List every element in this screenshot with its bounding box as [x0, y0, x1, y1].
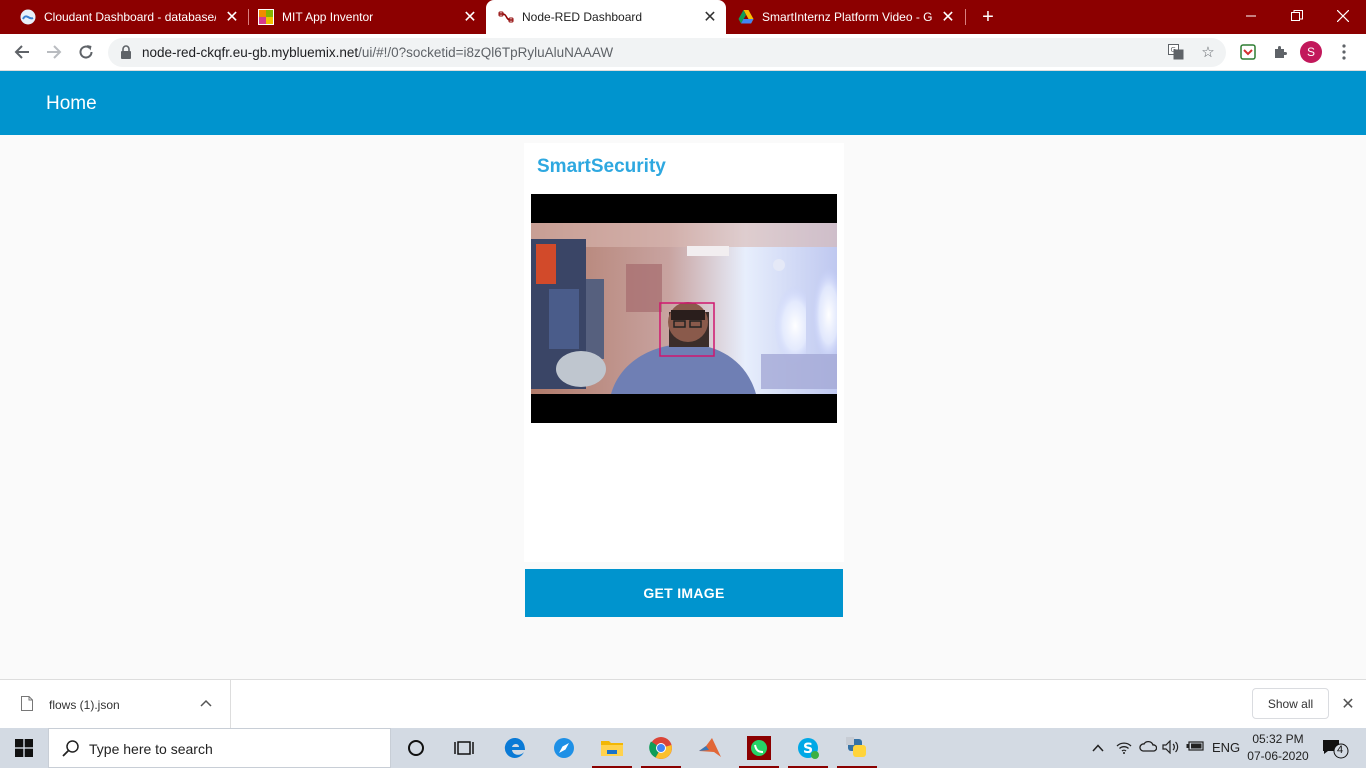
volume-icon[interactable] — [1162, 739, 1180, 757]
minimize-icon — [1246, 15, 1256, 17]
app-inventor-icon — [258, 9, 274, 25]
reload-icon — [79, 45, 93, 59]
close-icon — [1337, 10, 1349, 22]
tab-cloudant-dashboard[interactable]: Cloudant Dashboard - database/ ✕ — [0, 0, 248, 34]
restore-window-button[interactable] — [1274, 0, 1320, 32]
url-path: /ui/#!/0?socketid=i8zQl6TpRyluAluNAAAW — [358, 45, 614, 60]
download-item[interactable]: flows (1).json — [0, 680, 231, 728]
get-image-button[interactable]: GET IMAGE — [525, 569, 843, 617]
wifi-icon[interactable] — [1116, 740, 1132, 757]
taskbar-skype[interactable]: S — [784, 728, 832, 768]
lock-icon[interactable] — [120, 45, 132, 59]
whatsapp-icon — [747, 736, 771, 760]
onedrive-cloud-icon[interactable] — [1139, 740, 1158, 755]
clock-time: 05:32 PM — [1252, 732, 1304, 746]
profile-initial: S — [1306, 45, 1315, 59]
skype-icon: S — [798, 738, 819, 759]
clock-date: 07-06-2020 — [1247, 749, 1309, 763]
search-placeholder: Type here to search — [89, 741, 213, 757]
edge-icon — [504, 737, 525, 758]
tab-title: Node-RED Dashboard — [522, 10, 643, 24]
task-view-icon — [454, 741, 474, 755]
new-tab-button[interactable]: + — [976, 5, 1000, 29]
taskbar-file-explorer[interactable] — [588, 728, 636, 768]
card-title: SmartSecurity — [537, 156, 666, 177]
tab-node-red-dashboard[interactable]: Node-RED Dashboard ✕ — [486, 0, 726, 34]
taskbar-search-box[interactable]: Type here to search — [48, 728, 391, 768]
safari-compass-icon — [554, 738, 574, 758]
browser-toolbar: node-red-ckqfr.eu-gb.mybluemix.net/ui/#!… — [0, 34, 1366, 71]
action-center-button[interactable]: 4 — [1322, 738, 1350, 765]
taskbar-edge[interactable] — [491, 728, 539, 768]
notification-icon — [1323, 740, 1349, 759]
browser-tab-strip: Cloudant Dashboard - database/ ✕ MIT App… — [0, 0, 1366, 34]
windows-taskbar: Type here to search S ENG 05:32 PM 07-06… — [0, 728, 1366, 768]
smartsecurity-card: SmartSecurity — [524, 143, 844, 562]
tab-title: Cloudant Dashboard - database/ — [44, 10, 216, 24]
notification-count: 4 — [1337, 744, 1344, 756]
camera-image — [531, 194, 837, 423]
browser-menu-icon[interactable] — [1334, 42, 1354, 62]
show-hidden-icons-chevron[interactable] — [1092, 740, 1104, 755]
google-drive-icon — [738, 10, 754, 24]
tab-smartinternz-video[interactable]: SmartInternz Platform Video - Go ✕ — [726, 0, 964, 34]
task-view-button[interactable] — [440, 728, 488, 768]
search-icon — [62, 740, 79, 757]
close-tab-icon[interactable]: ✕ — [462, 9, 478, 26]
extension-pocket-icon[interactable] — [1238, 42, 1258, 62]
translate-icon[interactable]: G — [1166, 42, 1186, 62]
chrome-icon — [649, 737, 672, 759]
taskbar-chrome[interactable] — [637, 728, 685, 768]
download-shelf: flows (1).json Show all ✕ — [0, 679, 1366, 728]
page-title: Home — [46, 93, 97, 114]
url-text: node-red-ckqfr.eu-gb.mybluemix.net/ui/#!… — [142, 45, 613, 60]
node-red-icon — [498, 11, 514, 23]
download-file-name: flows (1).json — [49, 698, 120, 712]
reload-button[interactable] — [74, 40, 98, 64]
close-tab-icon[interactable]: ✕ — [940, 9, 956, 26]
python-icon — [846, 737, 866, 757]
chevron-up-icon[interactable] — [200, 696, 212, 710]
forward-button[interactable] — [42, 40, 66, 64]
tab-mit-app-inventor[interactable]: MIT App Inventor ✕ — [238, 0, 486, 34]
folder-icon — [601, 741, 623, 756]
close-tab-icon[interactable]: ✕ — [702, 9, 718, 26]
tab-title: MIT App Inventor — [282, 10, 374, 24]
profile-avatar[interactable]: S — [1300, 41, 1322, 63]
cortana-button[interactable] — [392, 728, 440, 768]
minimize-window-button[interactable] — [1228, 0, 1274, 32]
restore-icon — [1291, 10, 1303, 21]
back-arrow-icon — [14, 45, 29, 59]
taskbar-clock[interactable]: 05:32 PM 07-06-2020 — [1240, 731, 1316, 765]
matlab-icon — [699, 738, 721, 757]
extensions-puzzle-icon[interactable] — [1270, 42, 1290, 62]
close-window-button[interactable] — [1320, 0, 1366, 32]
file-icon — [21, 696, 33, 711]
bookmark-star-icon[interactable]: ☆ — [1198, 42, 1218, 62]
forward-arrow-icon — [47, 45, 62, 59]
taskbar-safari[interactable] — [540, 728, 588, 768]
cortana-circle-icon — [408, 740, 424, 756]
svg-text:G: G — [1171, 46, 1176, 54]
windows-logo-icon — [15, 739, 33, 757]
show-all-button[interactable]: Show all — [1252, 688, 1329, 719]
taskbar-python[interactable] — [833, 728, 881, 768]
input-language[interactable]: ENG — [1212, 740, 1240, 755]
taskbar-whatsapp[interactable] — [735, 728, 783, 768]
address-bar[interactable]: node-red-ckqfr.eu-gb.mybluemix.net/ui/#!… — [108, 38, 1226, 67]
dashboard-header: Home — [0, 71, 1366, 135]
cloudant-icon — [20, 9, 36, 25]
taskbar-matlab[interactable] — [686, 728, 734, 768]
battery-icon[interactable] — [1186, 740, 1204, 755]
close-shelf-icon[interactable]: ✕ — [1338, 694, 1358, 714]
tab-title: SmartInternz Platform Video - Go — [762, 10, 932, 24]
windows-start-button[interactable] — [0, 728, 48, 768]
webcam-snapshot — [531, 223, 837, 394]
back-button[interactable] — [10, 40, 34, 64]
url-host: node-red-ckqfr.eu-gb.mybluemix.net — [142, 45, 359, 60]
